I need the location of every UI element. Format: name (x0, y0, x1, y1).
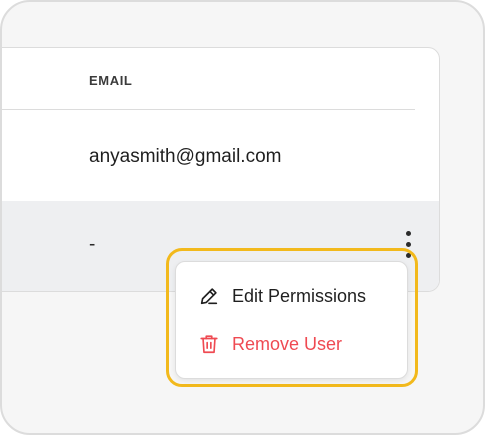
column-header-email[interactable]: EMAIL (89, 73, 132, 88)
remove-user-label: Remove User (232, 333, 343, 354)
edit-permissions-label: Edit Permissions (232, 285, 367, 306)
row-actions-menu: Edit Permissions Remove User (175, 261, 408, 379)
table-row-email-cell: anyasmith@gmail.com (89, 146, 282, 167)
screenshot-frame: EMAIL anyasmith@gmail.com - Edit Permiss… (0, 0, 485, 435)
trash-icon (200, 335, 218, 354)
remove-user-menu-item[interactable]: Remove User (198, 330, 342, 358)
edit-permissions-menu-item[interactable]: Edit Permissions (198, 282, 366, 310)
table-row-email-cell: - (89, 234, 96, 255)
header-divider (2, 109, 415, 110)
pencil-icon (200, 288, 218, 305)
